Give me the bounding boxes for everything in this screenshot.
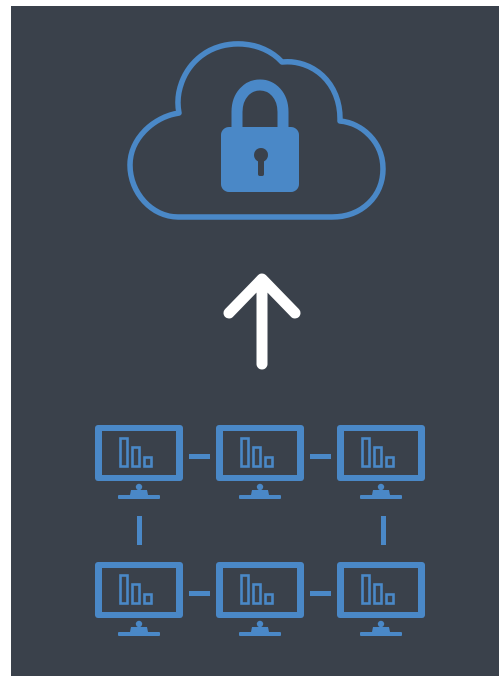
lock-shackle bbox=[231, 79, 289, 130]
monitor-chart-icon bbox=[93, 560, 185, 638]
link-r1c1-r1c2 bbox=[189, 454, 210, 459]
arrow-up-icon bbox=[223, 273, 301, 370]
diagram-canvas bbox=[93, 41, 427, 638]
link-r1c3-r2c3 bbox=[381, 516, 386, 545]
lock-keyhole-slot bbox=[258, 155, 264, 176]
link-r2c2-r2c3 bbox=[310, 591, 331, 596]
monitor-chart-icon bbox=[93, 423, 185, 501]
monitor-chart-icon bbox=[335, 423, 427, 501]
network-nodes bbox=[93, 423, 427, 638]
link-r1c2-r1c3 bbox=[310, 454, 331, 459]
link-r2c1-r2c2 bbox=[189, 591, 210, 596]
monitor-chart-icon bbox=[335, 560, 427, 638]
cloud-lock-icon bbox=[127, 41, 386, 220]
monitor-chart-icon bbox=[214, 423, 306, 501]
link-r1c1-r2c1 bbox=[137, 516, 142, 545]
monitor-chart-icon bbox=[214, 560, 306, 638]
